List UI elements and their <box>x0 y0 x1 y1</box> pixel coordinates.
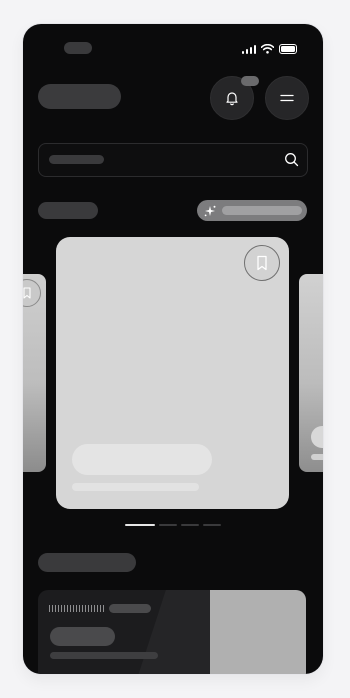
section-heading-placeholder <box>38 202 98 219</box>
carousel-card-next[interactable] <box>299 274 323 472</box>
section-heading-placeholder <box>38 553 136 572</box>
bell-icon <box>226 92 238 106</box>
page-title-placeholder <box>38 84 121 109</box>
search-icon[interactable] <box>284 152 299 167</box>
card-title-placeholder <box>72 444 212 475</box>
carousel-card-previous[interactable] <box>23 274 46 472</box>
phone-screen <box>23 24 323 674</box>
bookmark-button[interactable] <box>244 245 280 281</box>
chip-label-placeholder <box>222 206 302 215</box>
featured-title-placeholder <box>50 627 115 646</box>
bookmark-button[interactable] <box>23 279 41 307</box>
cellular-signal-icon <box>242 44 256 54</box>
featured-tag-placeholder <box>109 604 151 613</box>
carousel-pagination <box>125 524 221 526</box>
rating-ticks <box>49 605 105 612</box>
pagination-dot[interactable] <box>203 524 221 526</box>
bookmark-icon <box>257 255 267 271</box>
featured-image <box>210 590 306 674</box>
bookmark-icon <box>23 287 31 299</box>
notification-badge <box>241 76 259 86</box>
featured-card[interactable] <box>38 590 306 674</box>
menu-button[interactable] <box>265 76 309 120</box>
search-input[interactable] <box>38 143 308 177</box>
wifi-icon <box>261 44 274 54</box>
card-avatar-placeholder <box>311 426 323 448</box>
carousel-card-active[interactable] <box>56 237 289 509</box>
card-subtitle-placeholder <box>72 483 199 491</box>
sparkle-icon <box>204 205 216 216</box>
featured-description-placeholder <box>50 652 158 659</box>
battery-icon <box>279 44 297 54</box>
pagination-dot[interactable] <box>159 524 177 526</box>
menu-icon <box>280 94 294 102</box>
card-text-placeholder <box>311 454 323 460</box>
pagination-dot[interactable] <box>181 524 199 526</box>
search-placeholder <box>49 155 104 164</box>
pagination-dot-active[interactable] <box>125 524 155 526</box>
camera-notch <box>64 42 92 54</box>
status-bar <box>242 42 297 56</box>
ai-suggestion-chip[interactable] <box>197 200 307 221</box>
